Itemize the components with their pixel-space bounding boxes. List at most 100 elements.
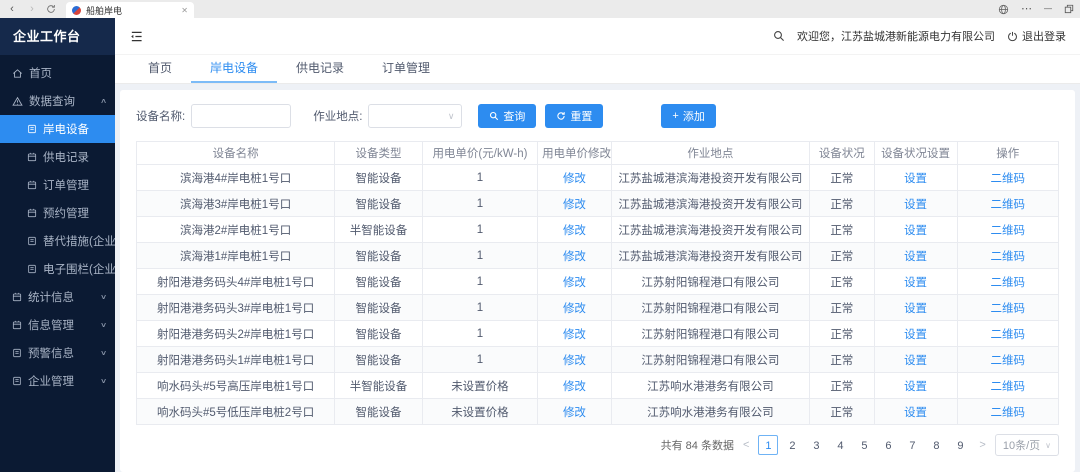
set-status-link[interactable]: 设置 bbox=[904, 251, 927, 263]
modify-price-link[interactable]: 修改 bbox=[563, 303, 586, 315]
qrcode-link[interactable]: 二维码 bbox=[991, 407, 1026, 419]
qr-cell: 二维码 bbox=[957, 269, 1058, 295]
search-icon[interactable] bbox=[773, 30, 785, 42]
page-number-9[interactable]: 9 bbox=[950, 435, 970, 455]
sidebar-item-1[interactable]: 首页 bbox=[0, 59, 115, 87]
browser-forward-icon[interactable]: › bbox=[26, 1, 38, 17]
status-cell: 正常 bbox=[810, 243, 875, 269]
page-size-select[interactable]: 10条/页 ∨ bbox=[995, 434, 1059, 456]
sidebar-item-2[interactable]: 数据查询∧ bbox=[0, 87, 115, 115]
qrcode-link[interactable]: 二维码 bbox=[991, 173, 1026, 185]
qrcode-link[interactable]: 二维码 bbox=[991, 381, 1026, 393]
set-status-link[interactable]: 设置 bbox=[904, 173, 927, 185]
page-number-7[interactable]: 7 bbox=[902, 435, 922, 455]
search-button[interactable]: 查询 bbox=[478, 104, 536, 128]
modify-price-link[interactable]: 修改 bbox=[563, 407, 586, 419]
reset-button[interactable]: 重置 bbox=[545, 104, 603, 128]
qrcode-link[interactable]: 二维码 bbox=[991, 303, 1026, 315]
sidebar-item-6[interactable]: 预约管理 bbox=[0, 199, 115, 227]
collapse-menu-icon[interactable] bbox=[129, 30, 144, 43]
set-status-link[interactable]: 设置 bbox=[904, 355, 927, 367]
tab-1[interactable]: 首页 bbox=[129, 55, 191, 83]
modify-price-link[interactable]: 修改 bbox=[563, 225, 586, 237]
modify-cell: 修改 bbox=[538, 295, 612, 321]
set-status-link[interactable]: 设置 bbox=[904, 407, 927, 419]
location-select[interactable]: ∨ bbox=[368, 104, 462, 128]
table-row: 射阳港港务码头3#岸电桩1号口智能设备1修改江苏射阳锦程港口有限公司正常设置二维… bbox=[137, 295, 1059, 321]
browser-refresh-icon[interactable] bbox=[46, 4, 58, 14]
tab-close-icon[interactable]: ✕ bbox=[181, 6, 188, 15]
table-row: 响水码头#5号低压岸电桩2号口智能设备未设置价格修改江苏响水港港务有限公司正常设… bbox=[137, 399, 1059, 425]
restore-window-icon[interactable] bbox=[1064, 4, 1074, 14]
browser-tab[interactable]: 船舶岸电 ✕ bbox=[66, 2, 194, 18]
location-cell: 江苏盐城港滨海港投资开发有限公司 bbox=[611, 191, 809, 217]
qrcode-link[interactable]: 二维码 bbox=[991, 251, 1026, 263]
page-number-1[interactable]: 1 bbox=[758, 435, 778, 455]
prev-page-icon[interactable]: < bbox=[741, 439, 751, 451]
qrcode-link[interactable]: 二维码 bbox=[991, 225, 1026, 237]
doc-icon bbox=[27, 264, 37, 274]
minimize-icon[interactable]: — bbox=[1044, 2, 1052, 16]
name-cell: 响水码头#5号低压岸电桩2号口 bbox=[137, 399, 335, 425]
tab-4[interactable]: 订单管理 bbox=[363, 55, 449, 83]
modify-price-link[interactable]: 修改 bbox=[563, 199, 586, 211]
page-number-2[interactable]: 2 bbox=[782, 435, 802, 455]
reset-button-label: 重置 bbox=[570, 108, 592, 124]
page-number-6[interactable]: 6 bbox=[878, 435, 898, 455]
add-button[interactable]: + 添加 bbox=[661, 104, 715, 128]
tab-3[interactable]: 供电记录 bbox=[277, 55, 363, 83]
set-status-link[interactable]: 设置 bbox=[904, 381, 927, 393]
set-status-link[interactable]: 设置 bbox=[904, 277, 927, 289]
modify-price-link[interactable]: 修改 bbox=[563, 277, 586, 289]
browser-back-icon[interactable]: ‹ bbox=[6, 1, 18, 17]
sidebar-item-7[interactable]: 替代措施(企业) bbox=[0, 227, 115, 255]
name-cell: 响水码头#5号高压岸电桩1号口 bbox=[137, 373, 335, 399]
type-cell: 半智能设备 bbox=[335, 373, 423, 399]
sidebar-item-label: 电子围栏(企业) bbox=[43, 261, 120, 277]
tab-2[interactable]: 岸电设备 bbox=[191, 55, 277, 83]
page-number-5[interactable]: 5 bbox=[854, 435, 874, 455]
status-cell: 正常 bbox=[810, 165, 875, 191]
type-cell: 智能设备 bbox=[335, 347, 423, 373]
set-status-link[interactable]: 设置 bbox=[904, 329, 927, 341]
qrcode-link[interactable]: 二维码 bbox=[991, 199, 1026, 211]
price-cell: 1 bbox=[422, 269, 537, 295]
logout-button[interactable]: 退出登录 bbox=[1007, 28, 1066, 44]
modify-price-link[interactable]: 修改 bbox=[563, 355, 586, 367]
device-name-input[interactable] bbox=[191, 104, 291, 128]
sidebar-item-9[interactable]: 统计信息∨ bbox=[0, 283, 115, 311]
price-cell: 1 bbox=[422, 217, 537, 243]
sidebar-item-11[interactable]: 预警信息∨ bbox=[0, 339, 115, 367]
sidebar-item-8[interactable]: 电子围栏(企业) bbox=[0, 255, 115, 283]
price-cell: 1 bbox=[422, 243, 537, 269]
column-header: 操作 bbox=[957, 142, 1058, 165]
page-number-3[interactable]: 3 bbox=[806, 435, 826, 455]
qrcode-link[interactable]: 二维码 bbox=[991, 277, 1026, 289]
qrcode-link[interactable]: 二维码 bbox=[991, 329, 1026, 341]
qr-cell: 二维码 bbox=[957, 373, 1058, 399]
modify-price-link[interactable]: 修改 bbox=[563, 173, 586, 185]
sidebar-item-4[interactable]: 供电记录 bbox=[0, 143, 115, 171]
globe-icon[interactable] bbox=[998, 4, 1009, 15]
sidebar-item-10[interactable]: 信息管理∨ bbox=[0, 311, 115, 339]
set-status-link[interactable]: 设置 bbox=[904, 199, 927, 211]
modify-price-link[interactable]: 修改 bbox=[563, 329, 586, 341]
set-status-link[interactable]: 设置 bbox=[904, 303, 927, 315]
type-cell: 智能设备 bbox=[335, 243, 423, 269]
more-menu-icon[interactable]: ⋯ bbox=[1021, 2, 1032, 16]
sidebar-item-12[interactable]: 企业管理∨ bbox=[0, 367, 115, 395]
page-numbers: 123456789 bbox=[758, 435, 970, 455]
sidebar-item-3[interactable]: 岸电设备 bbox=[0, 115, 115, 143]
modify-price-link[interactable]: 修改 bbox=[563, 381, 586, 393]
next-page-icon[interactable]: > bbox=[977, 439, 987, 451]
page-number-8[interactable]: 8 bbox=[926, 435, 946, 455]
logout-label: 退出登录 bbox=[1022, 28, 1066, 44]
status-cell: 正常 bbox=[810, 191, 875, 217]
column-header: 设备状况设置 bbox=[874, 142, 957, 165]
modify-price-link[interactable]: 修改 bbox=[563, 251, 586, 263]
sidebar-item-5[interactable]: 订单管理 bbox=[0, 171, 115, 199]
page-number-4[interactable]: 4 bbox=[830, 435, 850, 455]
sidebar-item-label: 企业管理 bbox=[28, 373, 74, 389]
qrcode-link[interactable]: 二维码 bbox=[991, 355, 1026, 367]
set-status-link[interactable]: 设置 bbox=[904, 225, 927, 237]
